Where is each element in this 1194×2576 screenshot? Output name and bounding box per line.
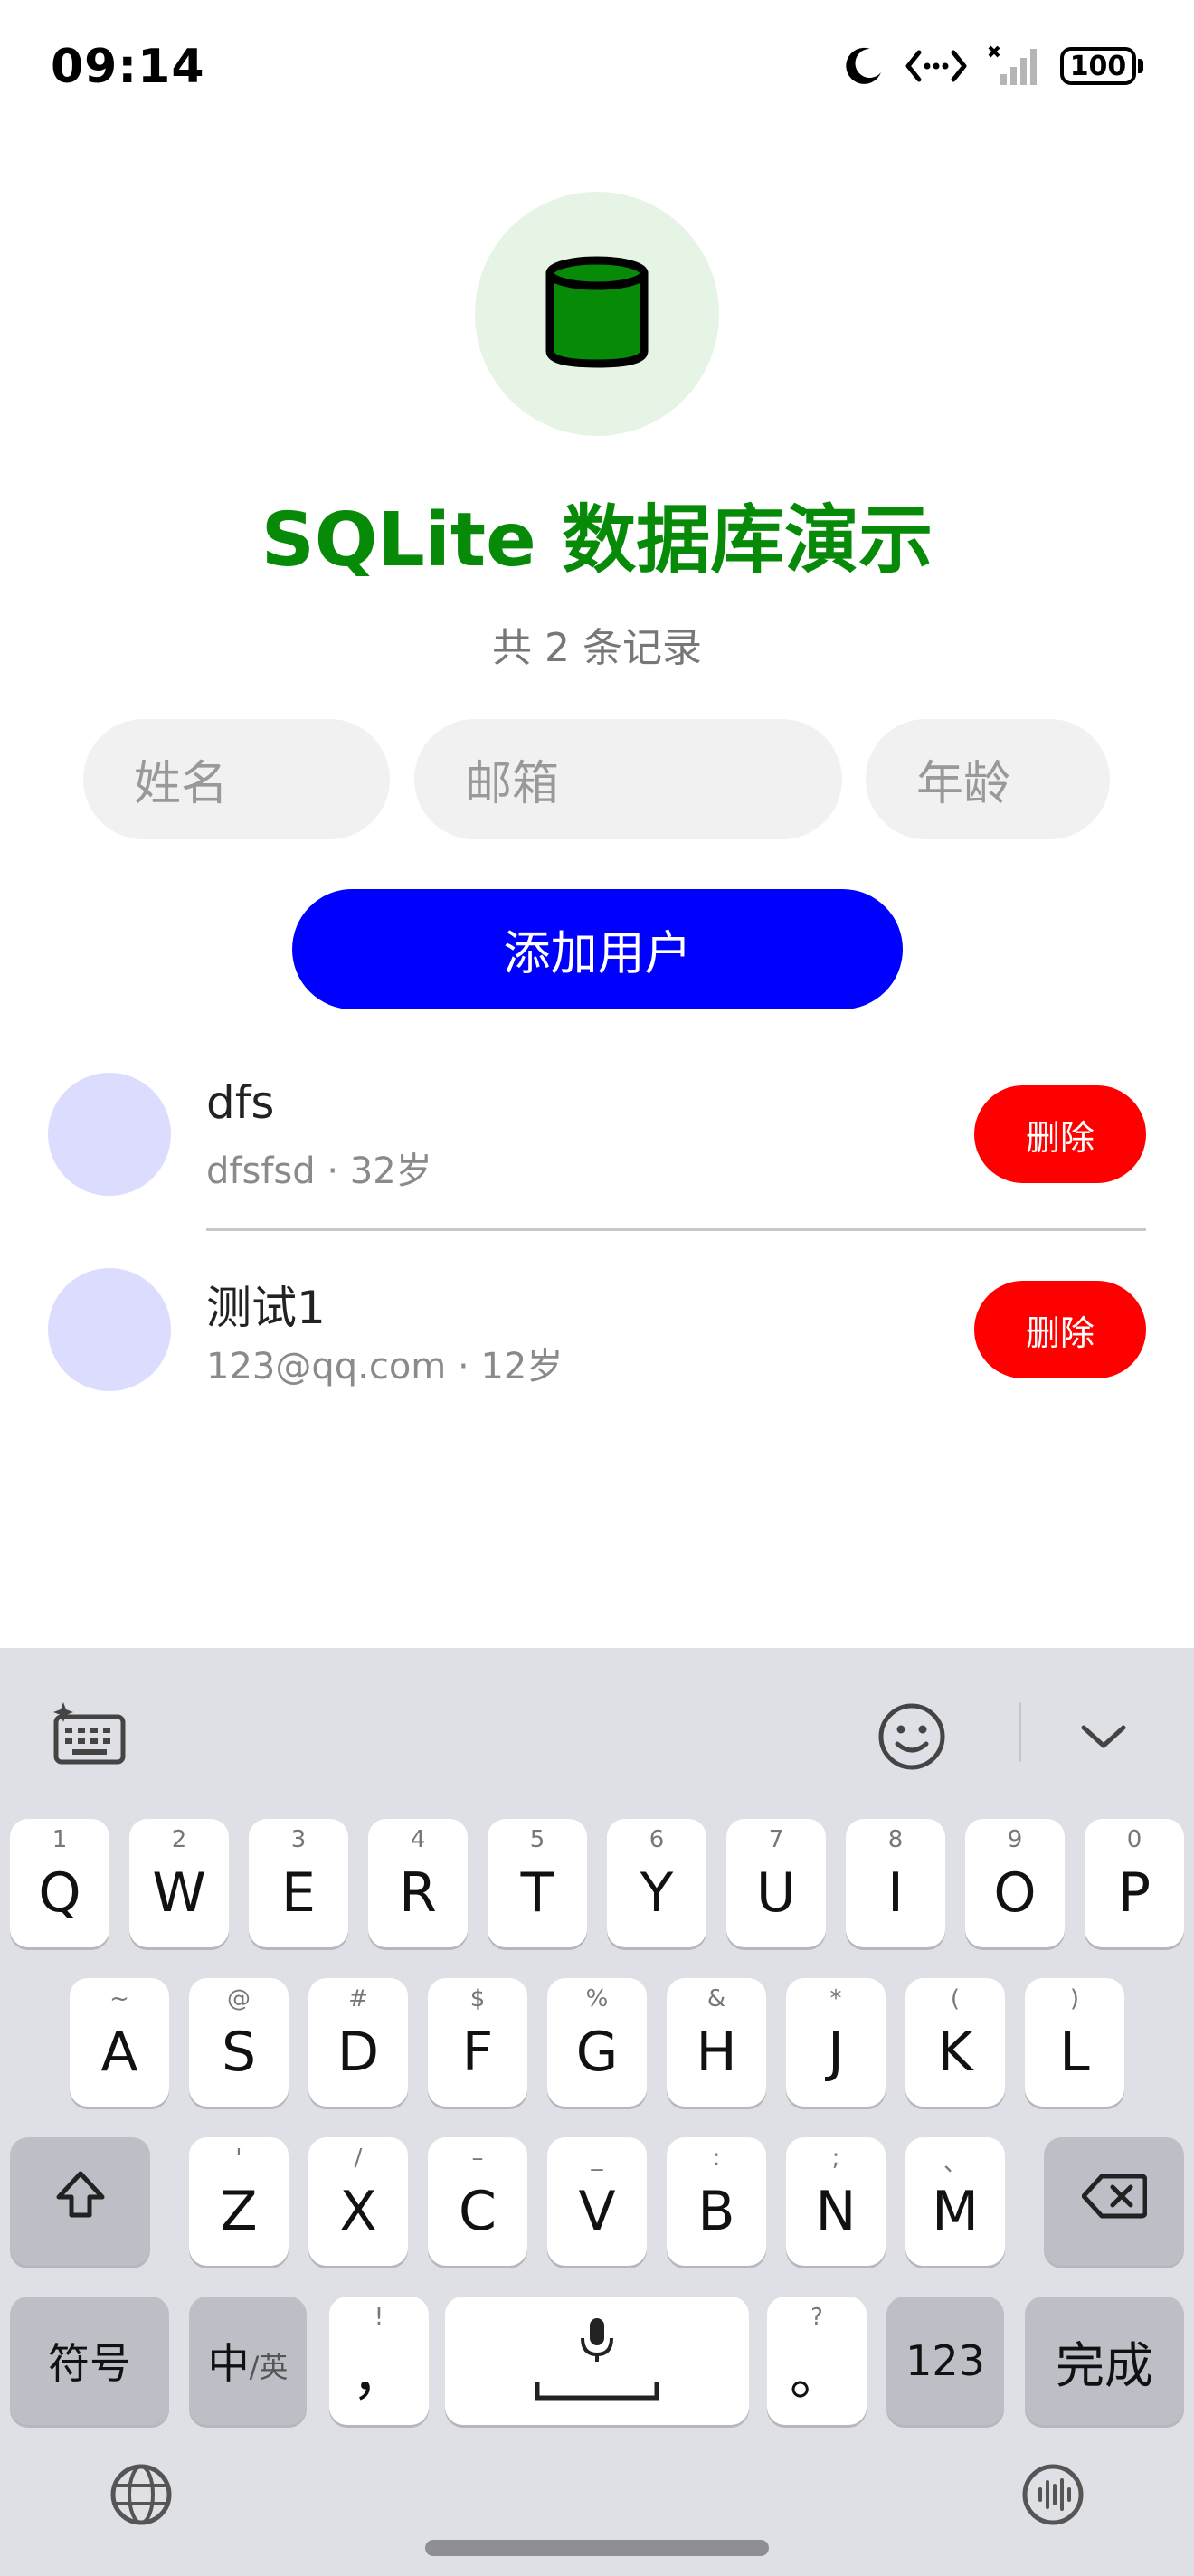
list-item: dfs dfsfsd · 32岁 删除 xyxy=(0,1049,1194,1221)
key-j[interactable]: * J xyxy=(786,1978,886,2107)
space-bar-icon xyxy=(445,2380,749,2401)
list-item: 测试1 123@qq.com · 12岁 删除 xyxy=(0,1245,1194,1416)
status-bar: 09:14 100 xyxy=(0,0,1194,136)
lang-main: 中 xyxy=(207,2339,250,2388)
language-switch-key[interactable]: 中/英 xyxy=(189,2297,307,2425)
key-o[interactable]: 9O xyxy=(965,1819,1065,1947)
key-r[interactable]: 4R xyxy=(368,1819,468,1947)
page-title: SQLite 数据库演示 xyxy=(261,497,933,583)
app-logo xyxy=(475,192,719,436)
key-h[interactable]: & H xyxy=(667,1978,766,2107)
user-name: dfs xyxy=(206,1076,275,1129)
key-g[interactable]: % G xyxy=(547,1978,647,2107)
name-input[interactable]: 姓名 xyxy=(83,719,390,839)
keyboard-settings-icon[interactable] xyxy=(51,1702,128,1767)
key-v[interactable]: _ V xyxy=(547,2137,647,2266)
meta-separator: · xyxy=(458,1346,469,1387)
age-input[interactable]: 年龄 xyxy=(866,719,1110,839)
numbers-key[interactable]: 123 xyxy=(886,2297,1004,2425)
battery-tip xyxy=(1138,59,1143,73)
delete-button[interactable]: 删除 xyxy=(974,1085,1146,1183)
space-key[interactable] xyxy=(445,2297,749,2425)
avatar xyxy=(48,1268,171,1391)
comma-key[interactable]: !， xyxy=(329,2297,429,2425)
status-icons: 100 xyxy=(843,45,1143,87)
signal-icon xyxy=(988,45,1040,87)
backspace-icon xyxy=(1081,2170,1147,2233)
collapse-keyboard-icon[interactable] xyxy=(1078,1711,1129,1762)
backspace-key[interactable] xyxy=(1044,2137,1184,2266)
period-key[interactable]: ?。 xyxy=(767,2297,867,2425)
home-indicator[interactable] xyxy=(425,2540,769,2556)
moon-icon xyxy=(843,45,885,87)
battery-icon: 100 xyxy=(1060,47,1143,85)
age-placeholder: 年龄 xyxy=(916,757,1011,811)
toolbar-separator xyxy=(1019,1702,1021,1762)
key-n[interactable]: ; N xyxy=(786,2137,886,2266)
key-s[interactable]: @ S xyxy=(189,1978,289,2107)
key-e[interactable]: 3E xyxy=(249,1819,348,1947)
emoji-icon[interactable] xyxy=(876,1700,948,1773)
key-w[interactable]: 2W xyxy=(129,1819,229,1947)
symbols-key[interactable]: 符号 xyxy=(10,2297,169,2425)
key-x[interactable]: / X xyxy=(308,2137,408,2266)
key-l[interactable]: ) L xyxy=(1025,1978,1124,2107)
data-transfer-icon xyxy=(905,45,968,87)
key-d[interactable]: # D xyxy=(308,1978,408,2107)
database-icon xyxy=(543,253,651,374)
email-placeholder: 邮箱 xyxy=(465,757,560,811)
battery-level: 100 xyxy=(1060,47,1136,85)
user-age: 12岁 xyxy=(480,1346,564,1387)
user-name: 测试1 xyxy=(206,1282,326,1334)
key-t[interactable]: 5T xyxy=(488,1819,587,1947)
key-c[interactable]: – C xyxy=(428,2137,527,2266)
user-meta: dfsfsd · 32岁 xyxy=(206,1141,432,1194)
key-m[interactable]: 、 M xyxy=(905,2137,1005,2266)
meta-separator: · xyxy=(327,1151,339,1192)
add-user-button[interactable]: 添加用户 xyxy=(292,889,903,1009)
keyboard: 1Q 2W 3E 4R 5T 6Y 7U 8I 9O 0P ~ A @ S # D $… xyxy=(0,1648,1194,2576)
user-email: dfsfsd xyxy=(206,1151,316,1192)
name-placeholder: 姓名 xyxy=(134,757,229,811)
key-a[interactable]: ~ A xyxy=(70,1978,169,2107)
lang-alt: /英 xyxy=(249,2350,289,2384)
microphone-icon xyxy=(445,2316,749,2363)
avatar xyxy=(48,1073,171,1196)
globe-icon[interactable] xyxy=(109,2462,174,2531)
key-y[interactable]: 6Y xyxy=(607,1819,706,1947)
key-b[interactable]: :B xyxy=(667,2137,766,2266)
status-time: 09:14 xyxy=(51,40,205,94)
key-u[interactable]: 7U xyxy=(726,1819,826,1947)
key-z[interactable]: ' Z xyxy=(189,2137,289,2266)
user-meta: 123@qq.com · 12岁 xyxy=(206,1337,563,1389)
email-input[interactable]: 邮箱 xyxy=(414,719,842,839)
shift-key[interactable] xyxy=(10,2137,150,2266)
key-q[interactable]: 1Q xyxy=(10,1819,109,1947)
record-count: 共 2 条记录 xyxy=(492,625,702,671)
done-key[interactable]: 完成 xyxy=(1025,2297,1184,2425)
delete-button[interactable]: 删除 xyxy=(974,1281,1146,1378)
shift-icon xyxy=(53,2168,108,2236)
key-f[interactable]: $ F xyxy=(428,1978,527,2107)
list-divider xyxy=(206,1228,1146,1231)
voice-input-icon[interactable] xyxy=(1020,2462,1085,2531)
key-i[interactable]: 8I xyxy=(846,1819,945,1947)
key-p[interactable]: 0P xyxy=(1085,1819,1184,1947)
user-email: 123@qq.com xyxy=(206,1346,447,1387)
key-k[interactable]: (K xyxy=(905,1978,1005,2107)
user-age: 32岁 xyxy=(349,1151,432,1192)
